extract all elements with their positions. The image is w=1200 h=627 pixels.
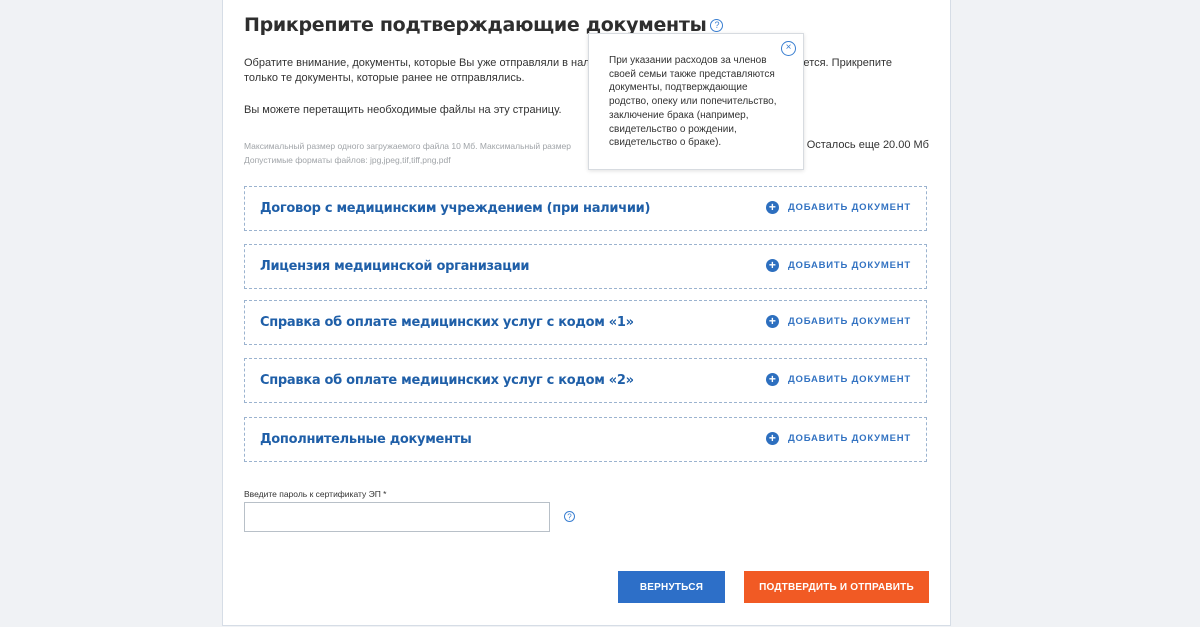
confirm-submit-button[interactable]: ПОДТВЕРДИТЬ И ОТПРАВИТЬ <box>744 571 929 603</box>
add-document-button[interactable]: + ДОБАВИТЬ ДОКУМЕНТ <box>765 315 911 328</box>
add-document-label: ДОБАВИТЬ ДОКУМЕНТ <box>787 202 911 213</box>
file-limits: Максимальный размер одного загружаемого … <box>244 139 571 167</box>
add-document-button[interactable]: + ДОБАВИТЬ ДОКУМЕНТ <box>765 259 911 272</box>
back-button[interactable]: ВЕРНУТЬСЯ <box>618 571 725 603</box>
plus-circle-icon: + <box>765 373 779 386</box>
password-label: Введите пароль к сертификату ЭП * <box>244 489 387 499</box>
doc-block-payment-code-1: Справка об оплате медицинских услуг с ко… <box>244 300 927 345</box>
tooltip-text: При указании расходов за членов своей се… <box>609 55 777 149</box>
doc-block-license: Лицензия медицинской организации + ДОБАВ… <box>244 244 927 289</box>
doc-block-payment-code-2: Справка об оплате медицинских услуг с ко… <box>244 358 927 403</box>
add-document-label: ДОБАВИТЬ ДОКУМЕНТ <box>787 374 911 385</box>
doc-title: Договор с медицинским учреждением (при н… <box>260 201 651 216</box>
plus-circle-icon: + <box>765 259 779 272</box>
certificate-password-input[interactable] <box>244 502 550 532</box>
plus-circle-icon: + <box>765 315 779 328</box>
file-formats: Допустимые форматы файлов: jpg,jpeg,tif,… <box>244 155 451 165</box>
notice-line-1-right: буется. Прикрепите <box>792 57 893 69</box>
plus-circle-icon: + <box>765 432 779 445</box>
add-document-button[interactable]: + ДОБАВИТЬ ДОКУМЕНТ <box>765 201 911 214</box>
question-circle-icon[interactable]: ? <box>710 18 724 32</box>
doc-title: Дополнительные документы <box>260 432 472 447</box>
add-document-label: ДОБАВИТЬ ДОКУМЕНТ <box>787 433 911 444</box>
doc-block-additional: Дополнительные документы + ДОБАВИТЬ ДОКУ… <box>244 417 927 462</box>
add-document-label: ДОБАВИТЬ ДОКУМЕНТ <box>787 260 911 271</box>
remaining-space: Осталось еще 20.00 Мб <box>806 139 929 151</box>
add-document-button[interactable]: + ДОБАВИТЬ ДОКУМЕНТ <box>765 432 911 445</box>
help-tooltip: × При указании расходов за членов своей … <box>588 33 804 170</box>
doc-title: Справка об оплате медицинских услуг с ко… <box>260 373 634 388</box>
svg-text:?: ? <box>567 512 572 521</box>
file-size-limit: Максимальный размер одного загружаемого … <box>244 141 571 151</box>
add-document-button[interactable]: + ДОБАВИТЬ ДОКУМЕНТ <box>765 373 911 386</box>
doc-title: Лицензия медицинской организации <box>260 259 530 274</box>
doc-title: Справка об оплате медицинских услуг с ко… <box>260 315 634 330</box>
question-circle-icon[interactable]: ? <box>564 511 575 522</box>
plus-circle-icon: + <box>765 201 779 214</box>
doc-block-contract: Договор с медицинским учреждением (при н… <box>244 186 927 231</box>
add-document-label: ДОБАВИТЬ ДОКУМЕНТ <box>787 316 911 327</box>
drag-hint: Вы можете перетащить необходимые файлы н… <box>244 104 562 116</box>
form-panel: Прикрепите подтверждающие документы ? Об… <box>222 0 951 626</box>
